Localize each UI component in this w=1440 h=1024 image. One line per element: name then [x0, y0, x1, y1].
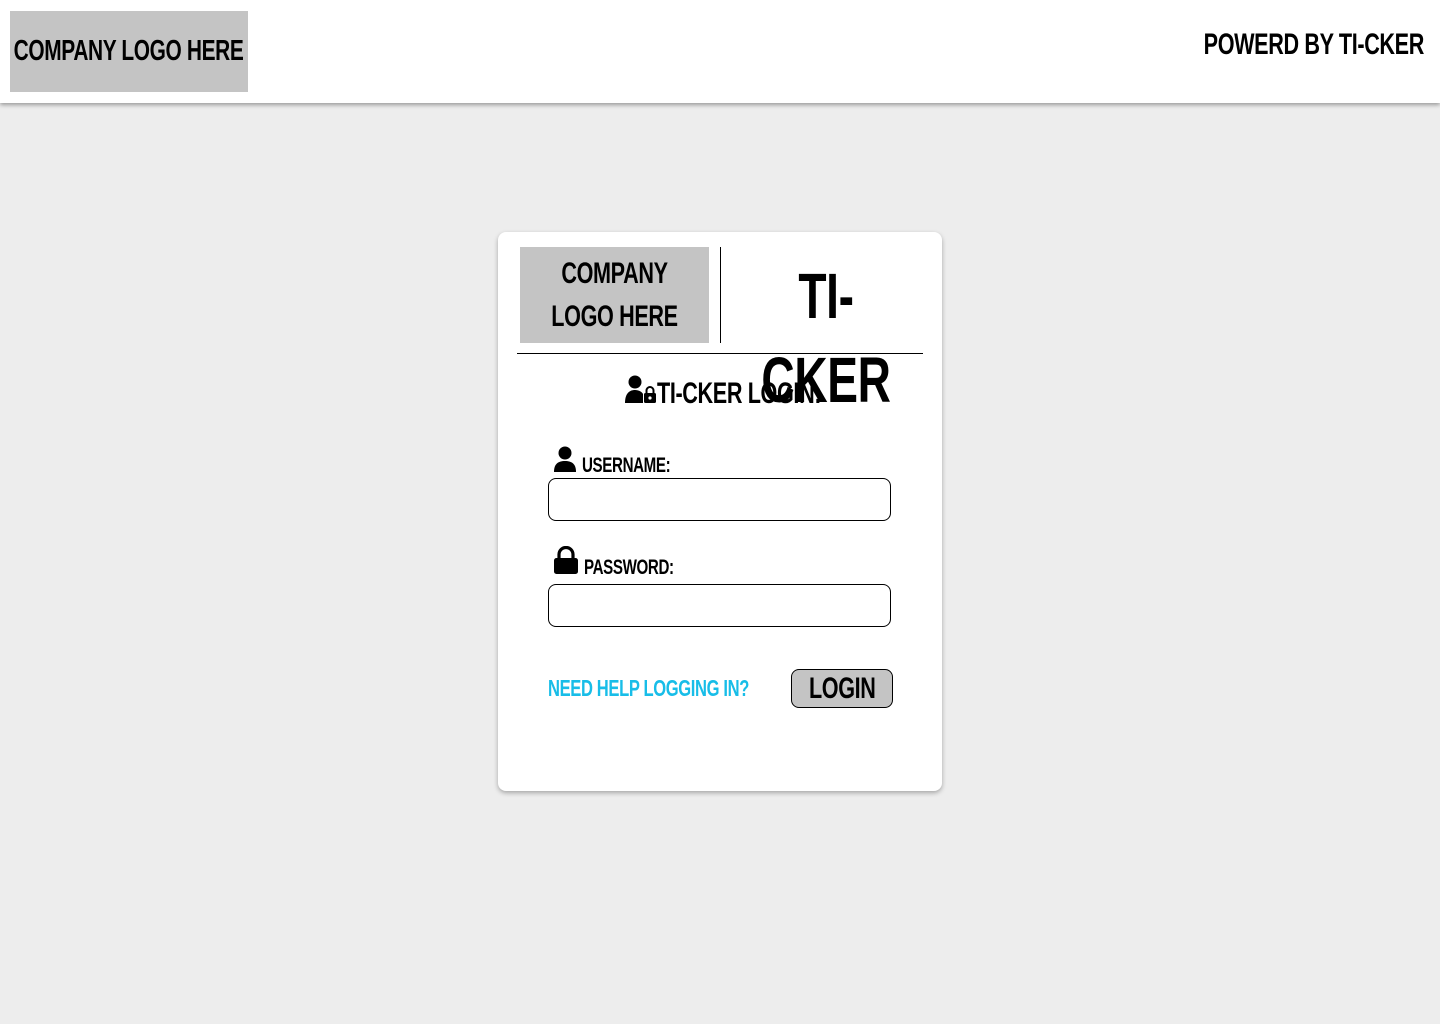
login-heading-text: TI-CKER LOGIN: — [657, 377, 822, 410]
top-bar: COMPANY LOGO HERE POWERD BY TI-CKER — [0, 0, 1440, 103]
password-label: PASSWORD: — [554, 545, 709, 580]
user-lock-icon — [625, 375, 657, 413]
card-company-logo: COMPANY LOGO HERE — [520, 247, 709, 343]
login-heading: TI-CKER LOGIN: — [498, 375, 942, 413]
header-company-logo: COMPANY LOGO HERE — [10, 11, 248, 92]
horizontal-divider — [517, 353, 923, 354]
login-button[interactable]: LOGIN — [791, 669, 893, 708]
username-label-text: USERNAME: — [582, 454, 671, 477]
login-card: COMPANY LOGO HERE TI-CKER TI-CKER LOGIN:… — [498, 232, 942, 791]
password-label-text: PASSWORD: — [584, 556, 674, 579]
username-input[interactable] — [548, 478, 891, 521]
username-label: USERNAME: — [554, 446, 705, 478]
login-button-label: LOGIN — [808, 671, 876, 705]
help-link-text: NEED HELP LOGGING IN? — [548, 675, 749, 701]
powered-by-label: POWERD BY TI-CKER — [1203, 28, 1425, 61]
card-logo-text: COMPANY LOGO HERE — [551, 257, 678, 333]
vertical-divider — [720, 247, 721, 343]
password-input[interactable] — [548, 584, 891, 627]
header-logo-text: COMPANY LOGO HERE — [14, 35, 244, 67]
user-icon — [554, 446, 576, 478]
lock-icon — [554, 545, 578, 580]
powered-by-text: POWERD BY TI-CKER — [1118, 28, 1425, 62]
help-link[interactable]: NEED HELP LOGGING IN? — [548, 675, 827, 702]
